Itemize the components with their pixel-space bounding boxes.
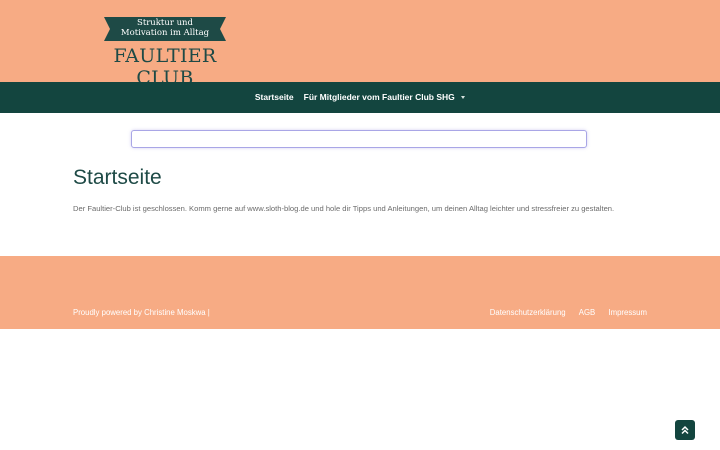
chevron-down-icon xyxy=(461,96,466,100)
nav-item-startseite[interactable]: Startseite xyxy=(255,82,294,113)
back-to-top-button[interactable] xyxy=(675,420,695,440)
double-chevron-up-icon xyxy=(681,425,689,435)
footer-link-agb[interactable]: AGB xyxy=(579,308,595,317)
logo-tagline-line1: Struktur und xyxy=(137,18,193,28)
footer-link-impressum[interactable]: Impressum xyxy=(608,308,647,317)
logo-tagline-line2: Motivation im Alltag xyxy=(120,28,210,38)
main-navigation: Startseite Für Mitglieder vom Faultier C… xyxy=(0,82,720,113)
logo-tagline: Struktur und Motivation im Alltag xyxy=(104,18,226,38)
logo-ribbon: Struktur und Motivation im Alltag xyxy=(104,17,226,41)
site-logo[interactable]: Struktur und Motivation im Alltag FAULTI… xyxy=(90,15,240,89)
nav-item-label: Startseite xyxy=(254,92,294,102)
page-content-text: Der Faultier-Club ist geschlossen. Komm … xyxy=(73,204,615,213)
nav-item-members[interactable]: Für Mitglieder vom Faultier Club SHG xyxy=(304,82,466,113)
footer-link-datenschutz[interactable]: Datenschutzerklärung xyxy=(490,308,566,317)
footer-links: Datenschutzerklärung AGB Impressum xyxy=(479,308,647,317)
site-header: Struktur und Motivation im Alltag FAULTI… xyxy=(0,0,720,89)
nav-item-label: Für Mitglieder vom Faultier Club SHG xyxy=(303,92,455,102)
site-footer: Proudly powered by Christine Moskwa | Da… xyxy=(0,256,720,329)
page-title: Startseite xyxy=(73,166,162,189)
footer-credits: Proudly powered by Christine Moskwa | xyxy=(73,308,210,317)
search-input[interactable] xyxy=(131,130,587,148)
